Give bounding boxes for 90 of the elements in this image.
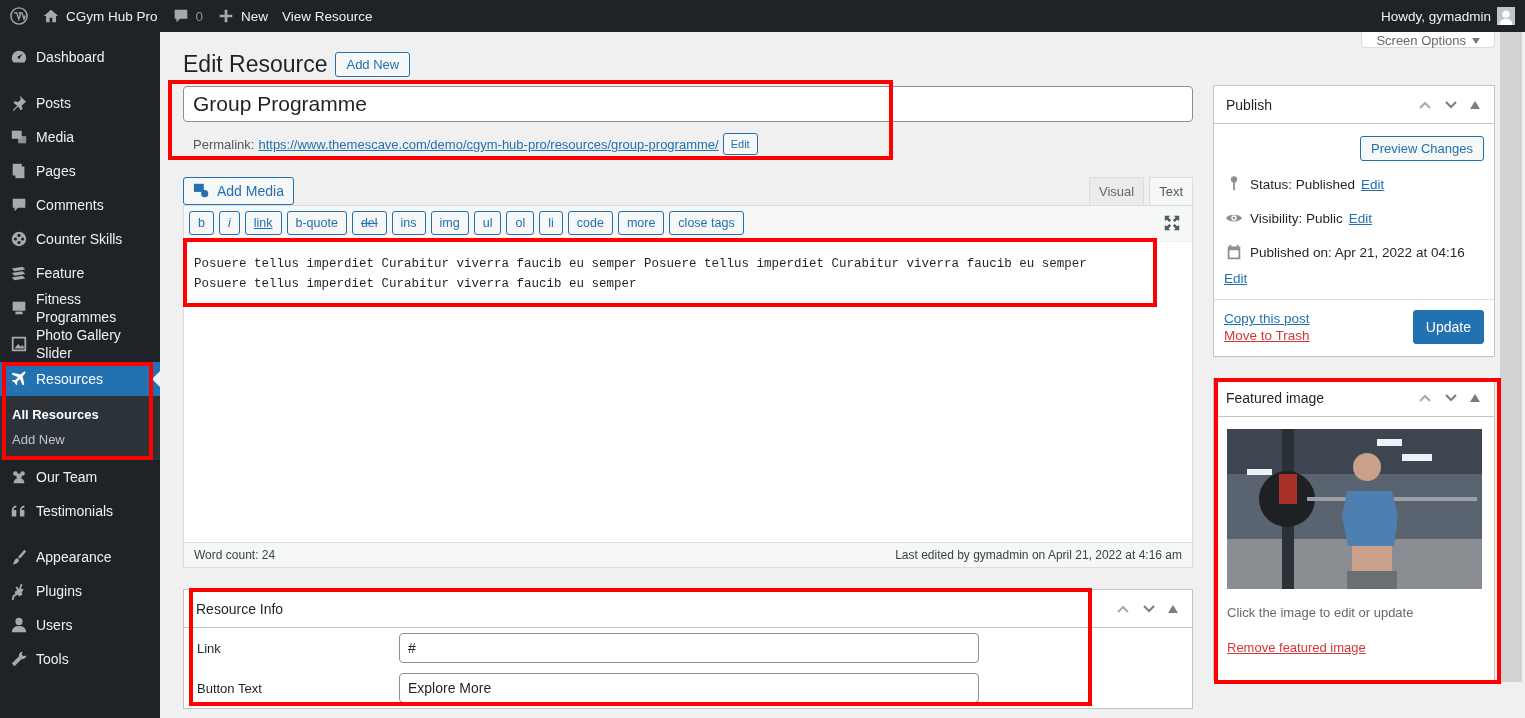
- sidebar-menu-item[interactable]: Fitness Programmes: [0, 290, 160, 326]
- panel-title: Featured image: [1226, 389, 1326, 406]
- quicktag-button[interactable]: li: [539, 211, 563, 235]
- pin-icon: [10, 94, 28, 112]
- person-icon: [10, 616, 28, 634]
- sidebar-menu-item[interactable]: Plugins: [0, 574, 160, 608]
- quicktag-button[interactable]: ol: [506, 211, 535, 235]
- add-media-button[interactable]: Add Media: [183, 177, 294, 205]
- caret-icon: [1472, 37, 1480, 44]
- media-icon: [10, 128, 28, 146]
- submenu-item[interactable]: Add New: [0, 427, 160, 452]
- quicktag-button[interactable]: img: [430, 211, 469, 235]
- home-icon: [42, 7, 60, 25]
- quicktag-button[interactable]: ul: [473, 211, 502, 235]
- comments-link[interactable]: 0: [171, 7, 204, 25]
- wordpress-logo-icon[interactable]: [10, 7, 28, 25]
- field-label: Link: [197, 640, 222, 656]
- editor-tab[interactable]: Visual: [1088, 177, 1145, 205]
- permalink-label: Permalink:: [193, 136, 255, 152]
- quicktag-button[interactable]: link: [244, 211, 282, 235]
- quicktag-button[interactable]: b: [189, 211, 214, 235]
- page-heading: Edit Resource: [183, 50, 328, 78]
- input-field[interactable]: Explore More: [399, 673, 979, 703]
- quicktag-button[interactable]: b-quote: [286, 211, 347, 235]
- last-edited-note: Last edited by gymadmin on April 21, 2022 at 4:16 am: [895, 548, 1182, 562]
- sidebar-menu-item[interactable]: Testimonials: [0, 494, 160, 528]
- text-editor-area[interactable]: Posuere tellus imperdiet Curabitur viverra faucib eu semper Posuere tellus imperdiet Curabitur viverra faucib eu semper Posuere tellus imperdiet Curabitur viverra faucib eu semper: [184, 242, 1192, 542]
- quicktag-button[interactable]: close tags: [669, 211, 744, 235]
- copy-post-link[interactable]: Copy this post: [1224, 311, 1310, 326]
- collapse-icon[interactable]: [1168, 604, 1178, 613]
- title-field[interactable]: Group Programme: [183, 86, 1193, 122]
- add-new-button[interactable]: Add New: [335, 51, 411, 77]
- screen-options-button[interactable]: Screen Options: [1361, 32, 1495, 48]
- view-resource-link[interactable]: View Resource: [282, 8, 373, 24]
- scrollbar-thumb[interactable]: [1500, 32, 1522, 682]
- sidebar-menu-item[interactable]: Counter Skills: [0, 222, 160, 256]
- new-link[interactable]: New: [217, 7, 269, 25]
- stack-icon: [10, 264, 28, 282]
- sidebar-menu-item[interactable]: Posts: [0, 86, 160, 120]
- media-icon: [193, 182, 211, 200]
- fullscreen-icon[interactable]: [1163, 214, 1181, 232]
- sidebar-menu-item[interactable]: Pages: [0, 154, 160, 188]
- image-icon: [10, 335, 28, 353]
- wrench-icon: [10, 650, 28, 668]
- collapse-icon[interactable]: [1470, 393, 1480, 402]
- quicktag-button[interactable]: i: [218, 211, 240, 235]
- permalink-link[interactable]: https://www.themescave.com/demo/cgym-hub-pro/resources/group-programme/: [258, 136, 719, 152]
- field-label: Button Text: [197, 680, 263, 696]
- reel-icon: [10, 230, 28, 248]
- preview-changes-button[interactable]: Preview Changes: [1360, 136, 1484, 161]
- quicktag-button[interactable]: ins: [391, 211, 426, 235]
- panel-title: Resource Info: [196, 600, 285, 617]
- sidebar-menu-item[interactable]: Dashboard: [0, 40, 160, 74]
- edit-link[interactable]: Edit: [1361, 175, 1385, 195]
- sidebar-menu-item[interactable]: Photo Gallery Slider: [0, 326, 160, 362]
- sidebar-menu-item[interactable]: Comments: [0, 188, 160, 222]
- edit-link[interactable]: Edit: [1348, 209, 1373, 229]
- submenu-item[interactable]: All Resources: [0, 402, 160, 427]
- sidebar-menu-item[interactable]: Appearance: [0, 540, 160, 574]
- edit-link[interactable]: Edit: [1224, 269, 1248, 289]
- quicktag-button[interactable]: more: [617, 211, 665, 235]
- brush-icon: [10, 548, 28, 566]
- device-icon: [10, 299, 28, 317]
- sidebar-menu-item[interactable]: Feature: [0, 256, 160, 290]
- content-line: Posuere tellus imperdiet Curabitur viverra faucib eu semper Posuere tellus imperdiet Curabitur viverra faucib eu semper: [194, 256, 1088, 273]
- quicktag-button[interactable]: code: [567, 211, 613, 235]
- airplane-icon: [10, 370, 28, 388]
- sidebar-menu-item[interactable]: Media: [0, 120, 160, 154]
- remove-image-link[interactable]: Remove featured image: [1227, 640, 1366, 655]
- avatar-icon: [1497, 7, 1515, 25]
- word-count: Word count: 24: [194, 548, 276, 562]
- update-button[interactable]: Update: [1412, 310, 1484, 344]
- trash-link[interactable]: Move to Trash: [1224, 328, 1310, 343]
- publish-detail: Visibility: Public: [1250, 210, 1343, 228]
- account-menu[interactable]: Howdy, gymadmin: [1380, 7, 1515, 25]
- edit-slug-button[interactable]: Edit: [722, 133, 758, 155]
- input-field[interactable]: #: [399, 633, 979, 663]
- publish-detail: Published on: Apr 21, 2022 at 04:16: [1250, 244, 1465, 262]
- image-hint: Click the image to edit or update: [1227, 605, 1415, 620]
- site-name-link[interactable]: CGym Hub Pro: [42, 7, 158, 25]
- panel-title: Publish: [1226, 96, 1273, 113]
- sidebar-menu-item[interactable]: Our Team: [0, 460, 160, 494]
- quicktag-button[interactable]: del: [351, 211, 387, 235]
- content-line: Posuere tellus imperdiet Curabitur viverra faucib eu semper: [194, 276, 638, 293]
- publish-detail: Status: Published: [1250, 176, 1356, 194]
- editor-tab[interactable]: Text: [1149, 177, 1193, 205]
- sidebar-menu-item[interactable]: Users: [0, 608, 160, 642]
- collapse-icon[interactable]: [1470, 100, 1480, 109]
- sidebar-menu-item[interactable]: Tools: [0, 642, 160, 676]
- group-icon: [10, 468, 28, 486]
